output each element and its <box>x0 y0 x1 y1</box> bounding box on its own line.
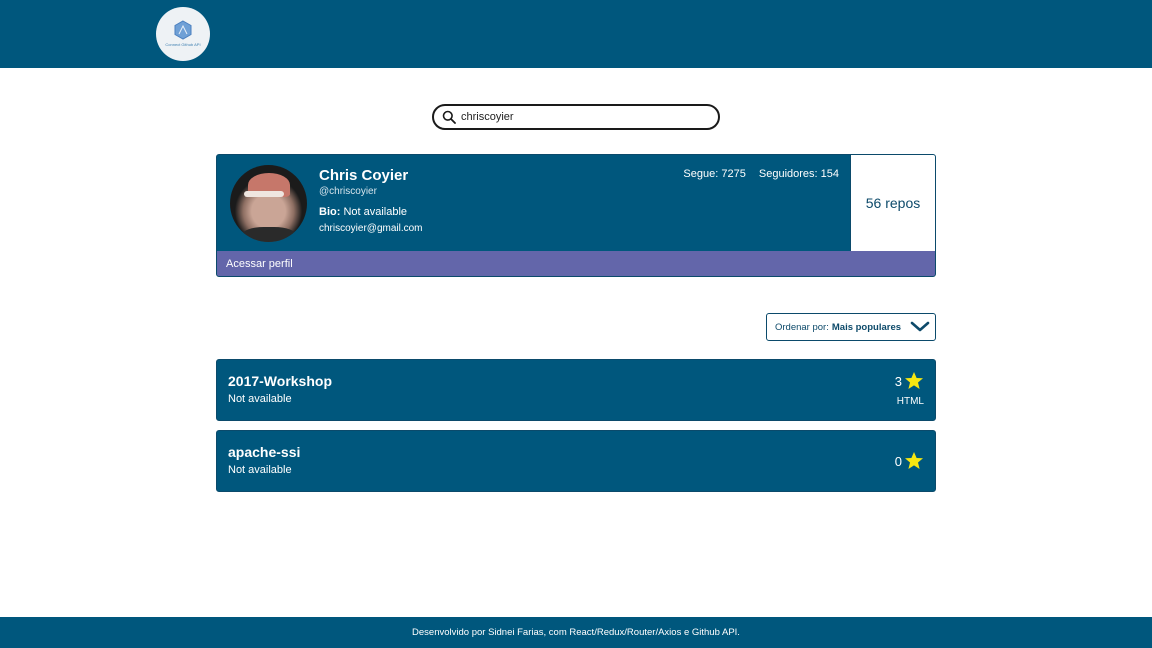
star-count: 0 <box>894 453 902 469</box>
repo-description: Not available <box>228 464 292 476</box>
profile-stats: Segue: 7275 Seguidores: 154 <box>683 168 839 180</box>
repo-stars: 0 <box>895 451 924 471</box>
profile-bio: Bio: Not available <box>319 206 407 218</box>
star-icon <box>905 372 923 389</box>
star-count: 3 <box>894 373 902 389</box>
chevron-down-icon <box>910 321 930 332</box>
repo-card[interactable]: 2017-Workshop Not available 3 HTML <box>216 359 936 421</box>
repo-description: Not available <box>228 393 292 405</box>
sort-label: Ordenar por: <box>775 321 829 333</box>
hexagon-logo-icon <box>174 19 192 40</box>
app-logo[interactable]: Connect Github API <box>156 7 210 61</box>
bio-label: Bio: <box>319 206 341 218</box>
avatar <box>230 165 307 242</box>
avatar-shirt <box>242 227 296 242</box>
app-footer: Desenvolvido por Sidnei Farias, com Reac… <box>0 617 1152 648</box>
profile-name: Chris Coyier <box>319 167 409 184</box>
repo-name: 2017-Workshop <box>228 373 332 389</box>
profile-login: @chriscoyier <box>319 186 377 197</box>
repo-card[interactable]: apache-ssi Not available 0 <box>216 430 936 492</box>
star-icon <box>905 452 923 469</box>
search-bar[interactable] <box>432 104 720 130</box>
search-input[interactable] <box>461 111 701 123</box>
following-count: Segue: 7275 <box>683 168 746 180</box>
sort-dropdown[interactable]: Ordenar por: Mais populares <box>766 313 936 341</box>
followers-count: Seguidores: 154 <box>758 168 839 180</box>
access-profile-link[interactable]: Acessar perfil <box>217 251 935 276</box>
sort-value: Mais populares <box>831 321 902 333</box>
app-header: Connect Github API <box>0 0 1152 68</box>
profile-email: chriscoyier@gmail.com <box>319 223 423 234</box>
repos-count: 56 repos <box>850 155 935 251</box>
avatar-visor <box>244 191 284 197</box>
repo-language: HTML <box>896 396 924 407</box>
search-icon <box>442 110 456 124</box>
logo-text: Connect Github API <box>165 41 201 47</box>
bio-value: Not available <box>343 206 408 218</box>
repo-name: apache-ssi <box>228 444 301 460</box>
profile-card: Chris Coyier @chriscoyier Bio: Not avail… <box>216 154 936 277</box>
repo-stars: 3 <box>895 371 924 391</box>
